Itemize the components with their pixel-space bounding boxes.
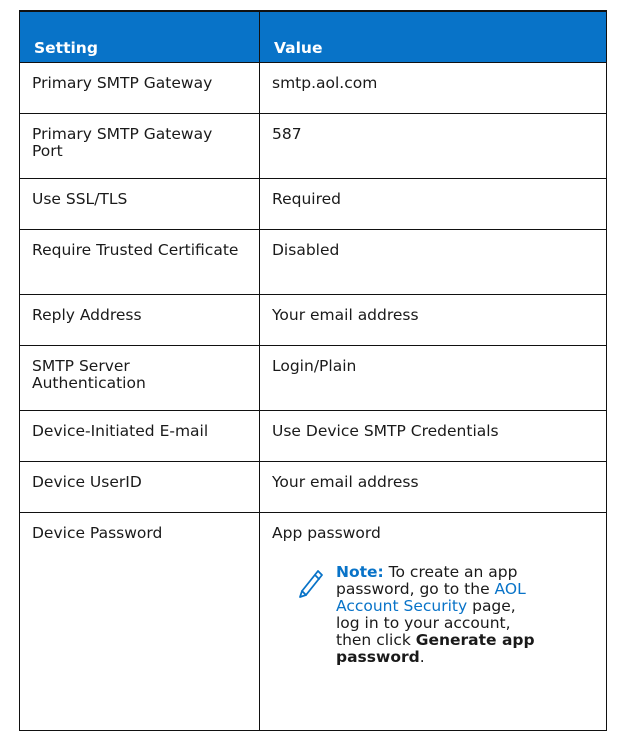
value-cell: smtp.aol.com: [259, 61, 607, 114]
header-value: Value: [259, 10, 607, 63]
header-setting: Setting: [19, 10, 260, 63]
note-label: Note:: [336, 562, 384, 581]
value-cell: Your email address: [259, 460, 607, 513]
value-cell: Required: [259, 177, 607, 230]
table-row: Reply Address Your email address: [19, 293, 607, 346]
smtp-settings-table: Setting Value Primary SMTP Gateway smtp.…: [19, 10, 607, 731]
setting-cell: Device Password: [19, 511, 260, 731]
value-cell: Use Device SMTP Credentials: [259, 409, 607, 462]
table-row: Device UserID Your email address: [19, 460, 607, 513]
note-text: Note: To create an app password, go to t…: [336, 562, 536, 666]
value-cell: Disabled: [259, 228, 607, 295]
value-cell: App password Note: To create an app pass…: [259, 511, 607, 731]
table-row: Require Trusted Certificate Disabled: [19, 228, 607, 295]
setting-cell: Primary SMTP Gateway Port: [19, 112, 260, 179]
setting-cell: Device-Initiated E-mail: [19, 409, 260, 462]
setting-cell: Device UserID: [19, 460, 260, 513]
setting-cell: Require Trusted Certificate: [19, 228, 260, 295]
value-cell: Your email address: [259, 293, 607, 346]
smtp-settings-table-wrapper: Setting Value Primary SMTP Gateway smtp.…: [19, 10, 607, 731]
value-text: App password: [272, 523, 381, 542]
value-cell: Login/Plain: [259, 344, 607, 411]
table-row: Primary SMTP Gateway smtp.aol.com: [19, 61, 607, 114]
setting-cell: Primary SMTP Gateway: [19, 61, 260, 114]
table-row: Use SSL/TLS Required: [19, 177, 607, 230]
setting-cell: Use SSL/TLS: [19, 177, 260, 230]
table-row: SMTP Server Authentication Login/Plain: [19, 344, 607, 411]
table-row: Primary SMTP Gateway Port 587: [19, 112, 607, 179]
table-row: Device-Initiated E-mail Use Device SMTP …: [19, 409, 607, 462]
setting-cell: SMTP Server Authentication: [19, 344, 260, 411]
table-row: Device Password App password Note: To cr…: [19, 511, 607, 731]
note-block: Note: To create an app password, go to t…: [296, 562, 594, 666]
setting-cell: Reply Address: [19, 293, 260, 346]
pencil-icon: [296, 566, 336, 666]
note-text-part: .: [419, 647, 425, 666]
table-header-row: Setting Value: [19, 10, 607, 63]
value-cell: 587: [259, 112, 607, 179]
